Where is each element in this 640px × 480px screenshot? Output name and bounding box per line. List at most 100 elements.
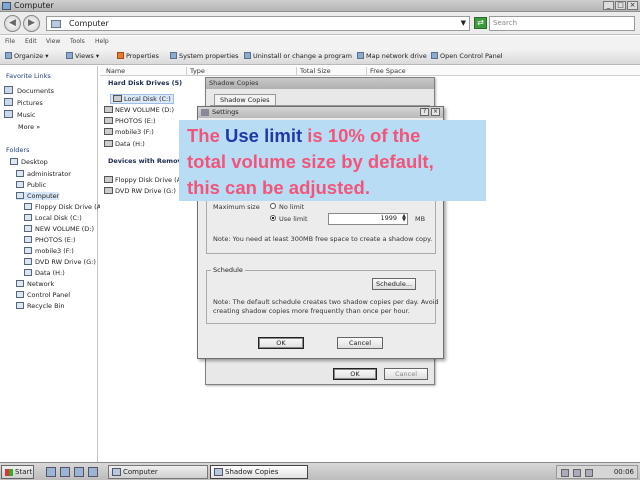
settings-close-button[interactable]: × xyxy=(431,108,440,116)
maximum-size-label: Maximum size xyxy=(213,203,260,211)
nav-more[interactable]: More » xyxy=(18,123,40,131)
properties-button[interactable]: Properties xyxy=(117,52,159,60)
hard-disk-icon xyxy=(104,117,113,124)
tree-data[interactable]: Data (H:) xyxy=(24,269,65,277)
tree-network[interactable]: Network xyxy=(16,280,54,288)
folders-heading[interactable]: Folders xyxy=(6,146,29,154)
tree-control-panel[interactable]: Control Panel xyxy=(16,291,70,299)
settings-cancel-button[interactable]: Cancel xyxy=(337,337,383,349)
nav-documents[interactable]: Documents xyxy=(4,86,54,95)
tree-administrator[interactable]: administrator xyxy=(16,170,71,178)
views-button[interactable]: Views ▾ xyxy=(66,52,99,60)
search-input[interactable]: Search xyxy=(489,16,635,31)
shadow-ok-button[interactable]: OK xyxy=(333,368,377,380)
tree-dvd[interactable]: DVD RW Drive (G:) xyxy=(24,258,96,266)
map-drive-button[interactable]: Map network drive xyxy=(357,52,427,60)
media-icon[interactable] xyxy=(88,467,98,477)
column-type[interactable]: Type xyxy=(186,67,205,76)
tab-shadow-copies[interactable]: Shadow Copies xyxy=(214,94,276,105)
address-field[interactable]: Computer ▼ xyxy=(46,16,470,31)
browser-icon[interactable] xyxy=(74,467,84,477)
tree-recycle-bin[interactable]: Recycle Bin xyxy=(16,302,64,310)
clock[interactable]: 00:06 xyxy=(614,468,634,476)
no-limit-radio[interactable]: No limit xyxy=(270,203,304,211)
close-button[interactable]: × xyxy=(627,1,638,10)
drive-item[interactable]: mobile3 (F:) xyxy=(104,128,154,136)
tree-mobile3[interactable]: mobile3 (F:) xyxy=(24,247,74,255)
menu-edit[interactable]: Edit xyxy=(25,38,37,45)
limit-value-stepper[interactable]: 1999 ▲ ▼ xyxy=(328,213,408,225)
hard-disk-icon xyxy=(24,214,32,221)
start-button[interactable]: Start xyxy=(1,465,34,479)
drive-item[interactable]: Floppy Disk Drive (A:) xyxy=(104,176,186,184)
pictures-icon xyxy=(4,98,13,106)
drive-item[interactable]: Data (H:) xyxy=(104,140,145,148)
minimize-button[interactable]: _ xyxy=(603,1,614,10)
network-drive-icon xyxy=(357,52,364,59)
tree-computer[interactable]: Computer xyxy=(16,192,60,200)
network-tray-icon[interactable] xyxy=(561,469,569,477)
column-name[interactable]: Name xyxy=(103,67,125,76)
menu-tools[interactable]: Tools xyxy=(70,38,85,45)
column-total-size[interactable]: Total Size xyxy=(296,67,331,76)
views-icon xyxy=(66,52,73,59)
system-properties-button[interactable]: System properties xyxy=(170,52,238,60)
control-panel-button[interactable]: Open Control Panel xyxy=(431,52,503,60)
back-button[interactable]: ◀ xyxy=(4,15,21,32)
tree-local-disk[interactable]: Local Disk (C:) xyxy=(24,214,82,222)
spinner-arrows-icon[interactable]: ▲ ▼ xyxy=(402,214,406,223)
settings-ok-button[interactable]: OK xyxy=(258,337,304,349)
volume-tray-icon[interactable] xyxy=(573,469,581,477)
uninstall-button[interactable]: Uninstall or change a program xyxy=(244,52,352,60)
security-tray-icon[interactable] xyxy=(585,469,593,477)
space-note: Note: You need at least 300MB free space… xyxy=(213,235,433,243)
organize-button[interactable]: Organize ▾ xyxy=(5,52,48,60)
refresh-icon[interactable]: ⇄ xyxy=(474,17,487,29)
task-computer[interactable]: Computer xyxy=(108,465,208,479)
tree-new-volume[interactable]: NEW VOLUME (D:) xyxy=(24,225,94,233)
task-shadow-copies[interactable]: Shadow Copies xyxy=(210,465,308,479)
nav-pictures[interactable]: Pictures xyxy=(4,98,43,107)
computer-icon xyxy=(16,192,24,199)
address-bar: ◀ ▶ Computer ▼ ⇄ Search xyxy=(0,12,640,35)
checkmark-icon xyxy=(117,52,124,59)
system-tray: 00:06 xyxy=(556,465,638,479)
address-path: Computer xyxy=(69,19,109,28)
hard-disk-icon xyxy=(24,225,32,232)
radio-checked-icon xyxy=(270,215,276,221)
drive-item[interactable]: PHOTOS (E:) xyxy=(104,117,156,125)
chevron-down-icon[interactable]: ▼ xyxy=(461,19,466,27)
callout-line-3: this can be adjusted. xyxy=(187,177,370,198)
drive-item[interactable]: Local Disk (C:) xyxy=(110,94,174,104)
tree-public[interactable]: Public xyxy=(16,181,46,189)
hard-disk-icon xyxy=(113,95,122,102)
floppy-drive-icon xyxy=(24,203,32,210)
column-free-space[interactable]: Free Space xyxy=(366,67,406,76)
maximize-button[interactable]: □ xyxy=(615,1,626,10)
hard-disk-icon xyxy=(104,106,113,113)
window-title: Computer xyxy=(14,1,54,10)
menu-view[interactable]: View xyxy=(46,38,60,45)
control-panel-icon xyxy=(16,291,24,298)
help-button[interactable]: ? xyxy=(420,108,429,116)
drive-item[interactable]: DVD RW Drive (G:) xyxy=(104,187,176,195)
tree-desktop[interactable]: Desktop xyxy=(10,158,48,166)
music-icon xyxy=(4,110,13,118)
tree-floppy[interactable]: Floppy Disk Drive (A:) xyxy=(24,203,106,211)
nav-music[interactable]: Music xyxy=(4,110,36,119)
network-icon xyxy=(16,280,24,287)
hdd-group-heading[interactable]: Hard Disk Drives (5) xyxy=(108,79,182,87)
shadow-cancel-button[interactable]: Cancel xyxy=(384,368,428,380)
tree-photos[interactable]: PHOTOS (E:) xyxy=(24,236,76,244)
limit-value: 1999 xyxy=(380,214,397,222)
show-desktop-icon[interactable] xyxy=(46,467,56,477)
use-limit-radio[interactable]: Use limit xyxy=(270,215,308,223)
menu-help[interactable]: Help xyxy=(95,38,109,45)
forward-button[interactable]: ▶ xyxy=(23,15,40,32)
schedule-button[interactable]: Schedule... xyxy=(372,278,416,290)
menu-file[interactable]: File xyxy=(5,38,15,45)
drive-item[interactable]: NEW VOLUME (D:) xyxy=(104,106,174,114)
switch-windows-icon[interactable] xyxy=(60,467,70,477)
dvd-drive-icon xyxy=(24,258,32,265)
annotation-callout: The Use limit is 10% of the total volume… xyxy=(179,120,486,201)
